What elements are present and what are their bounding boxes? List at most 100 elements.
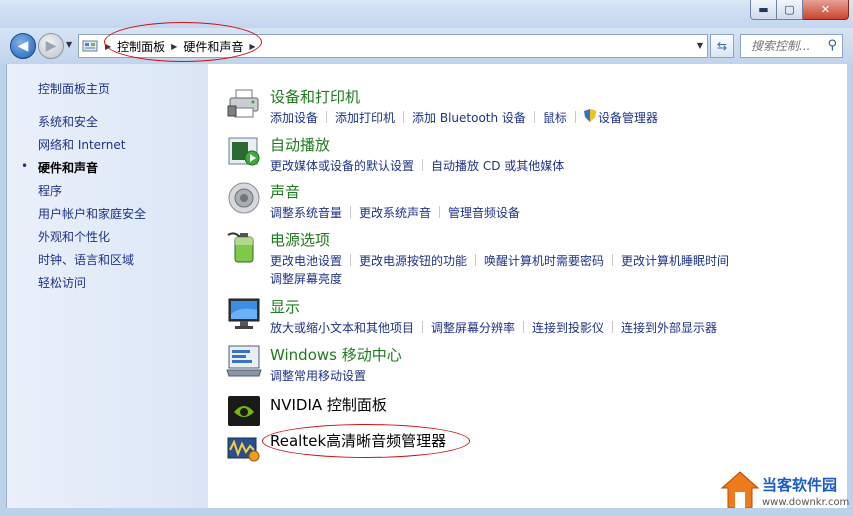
sidebar-item-clock-language-region[interactable]: 时钟、语言和区域	[38, 251, 134, 268]
category-title[interactable]: NVIDIA 控制面板	[270, 394, 387, 415]
link-connect-projector[interactable]: 连接到投影仪	[532, 319, 604, 336]
link-connect-external-display[interactable]: 连接到外部显示器	[621, 319, 717, 336]
link-separator	[350, 254, 352, 266]
link-wake-password[interactable]: 唤醒计算机时需要密码	[484, 252, 604, 269]
link-zoom-text[interactable]: 放大或缩小文本和其他项目	[270, 319, 414, 336]
category-title[interactable]: 显示	[270, 296, 300, 317]
link-screen-resolution[interactable]: 调整屏幕分辨率	[431, 319, 515, 336]
breadcrumb-separator-icon[interactable]: ▶	[167, 42, 181, 51]
title-bar: ▬ ▢ ✕	[0, 0, 853, 28]
autoplay-icon[interactable]	[226, 134, 262, 170]
link-separator	[475, 254, 477, 266]
category-title[interactable]: 设备和打印机	[270, 86, 360, 107]
link-separator	[350, 206, 352, 218]
link-separator	[422, 159, 424, 171]
main-content: 设备和打印机 添加设备 添加打印机 添加 Bluetooth 设备 鼠标 设备管…	[208, 64, 849, 509]
category-links: 更改媒体或设备的默认设置 自动播放 CD 或其他媒体	[270, 156, 830, 174]
watermark-url: www.downkr.com	[762, 497, 850, 508]
recent-pages-dropdown-icon[interactable]: ▼	[66, 40, 72, 49]
site-watermark: 当客软件园 www.downkr.com	[718, 470, 850, 513]
link-separator	[612, 254, 614, 266]
breadcrumb-separator-icon[interactable]: ▶	[245, 42, 259, 51]
link-sleep-time[interactable]: 更改计算机睡眠时间	[621, 252, 729, 269]
window-controls: ▬ ▢ ✕	[750, 0, 849, 20]
category-title[interactable]: 自动播放	[270, 134, 330, 155]
category-title[interactable]: 声音	[270, 181, 300, 202]
link-adjust-brightness[interactable]: 调整屏幕亮度	[270, 270, 342, 287]
sidebar-item-user-accounts[interactable]: 用户帐户和家庭安全	[38, 205, 146, 222]
category-links: 更改电池设置 更改电源按钮的功能 唤醒计算机时需要密码 更改计算机睡眠时间 调整…	[270, 251, 830, 287]
link-change-system-sounds[interactable]: 更改系统声音	[359, 204, 431, 221]
breadcrumb-separator-icon[interactable]: ▶	[101, 42, 115, 51]
control-panel-icon	[79, 35, 101, 57]
maximize-icon: ▢	[784, 3, 795, 16]
realtek-audio-icon[interactable]	[226, 430, 262, 466]
forward-button[interactable]: ▶	[38, 33, 64, 59]
link-separator	[574, 111, 576, 123]
nvidia-icon[interactable]	[226, 394, 262, 430]
link-change-battery-settings[interactable]: 更改电池设置	[270, 252, 342, 269]
breadcrumb-hardware-and-sound[interactable]: 硬件和声音	[181, 38, 245, 55]
link-add-bluetooth-device[interactable]: 添加 Bluetooth 设备	[412, 109, 526, 126]
category-links: 调整常用移动设置	[270, 366, 830, 384]
sidebar-item-hardware-and-sound[interactable]: 硬件和声音	[38, 159, 98, 176]
category-links: 调整系统音量 更改系统声音 管理音频设备	[270, 203, 830, 221]
sidebar-item-home[interactable]: 控制面板主页	[38, 80, 110, 97]
link-add-device[interactable]: 添加设备	[270, 109, 318, 126]
link-add-printer[interactable]: 添加打印机	[335, 109, 395, 126]
search-box[interactable]: ⚲	[740, 34, 843, 58]
link-separator	[533, 111, 535, 123]
forward-arrow-icon: ▶	[45, 38, 57, 54]
breadcrumb-control-panel[interactable]: 控制面板	[115, 38, 167, 55]
search-input[interactable]	[751, 39, 823, 53]
search-icon[interactable]: ⚲	[827, 38, 837, 53]
address-bar[interactable]: ▶ 控制面板 ▶ 硬件和声音 ▶ ▼	[78, 34, 708, 58]
address-history-dropdown-icon[interactable]: ▼	[697, 41, 703, 50]
minimize-icon: ▬	[758, 3, 769, 16]
refresh-icon: ⇆	[716, 39, 728, 53]
link-adjust-volume[interactable]: 调整系统音量	[270, 204, 342, 221]
speaker-icon[interactable]	[226, 181, 262, 217]
category-title[interactable]: Windows 移动中心	[270, 344, 402, 365]
printer-icon[interactable]	[226, 86, 262, 122]
sidebar-item-ease-of-access[interactable]: 轻松访问	[38, 274, 86, 291]
sidebar-item-programs[interactable]: 程序	[38, 182, 62, 199]
link-autoplay-cd[interactable]: 自动播放 CD 或其他媒体	[431, 157, 564, 174]
link-change-media-defaults[interactable]: 更改媒体或设备的默认设置	[270, 157, 414, 174]
back-arrow-icon: ◀	[17, 38, 29, 54]
link-power-button-function[interactable]: 更改电源按钮的功能	[359, 252, 467, 269]
watermark-name: 当客软件园	[762, 476, 838, 494]
house-logo-icon	[720, 470, 760, 513]
link-separator	[612, 321, 614, 333]
shield-icon	[583, 109, 596, 125]
link-manage-audio-devices[interactable]: 管理音频设备	[448, 204, 520, 221]
category-links: 放大或缩小文本和其他项目 调整屏幕分辨率 连接到投影仪 连接到外部显示器	[270, 318, 830, 336]
mobility-center-icon[interactable]	[226, 344, 262, 380]
link-separator	[403, 111, 405, 123]
link-separator	[326, 111, 328, 123]
sidebar-item-appearance[interactable]: 外观和个性化	[38, 228, 110, 245]
navigation-bar: ◀ ▶ ▼ ▶ 控制面板 ▶ 硬件和声音 ▶ ▼ ⇆ ⚲	[0, 28, 853, 64]
link-separator	[422, 321, 424, 333]
sidebar-item-network-and-internet[interactable]: 网络和 Internet	[38, 136, 125, 153]
category-links: 添加设备 添加打印机 添加 Bluetooth 设备 鼠标 设备管理器	[270, 108, 830, 126]
window-bottom-frame	[0, 508, 853, 516]
battery-icon[interactable]	[226, 229, 262, 265]
close-button[interactable]: ✕	[803, 0, 849, 20]
category-title[interactable]: Realtek高清晰音频管理器	[270, 430, 446, 451]
sidebar-item-system-and-security[interactable]: 系统和安全	[38, 113, 98, 130]
close-icon: ✕	[820, 3, 831, 16]
maximize-button[interactable]: ▢	[777, 0, 803, 20]
link-device-manager[interactable]: 设备管理器	[598, 109, 658, 126]
minimize-button[interactable]: ▬	[750, 0, 777, 20]
link-separator	[523, 321, 525, 333]
refresh-button[interactable]: ⇆	[710, 34, 734, 58]
sidebar: 控制面板主页 系统和安全 网络和 Internet • 硬件和声音 程序 用户帐…	[6, 64, 208, 508]
link-adjust-mobility-settings[interactable]: 调整常用移动设置	[270, 367, 366, 384]
category-title[interactable]: 电源选项	[270, 229, 330, 250]
link-separator	[439, 206, 441, 218]
link-mouse[interactable]: 鼠标	[543, 109, 567, 126]
monitor-icon[interactable]	[226, 296, 262, 332]
back-button[interactable]: ◀	[10, 33, 36, 59]
current-item-bullet-icon: •	[21, 159, 29, 173]
